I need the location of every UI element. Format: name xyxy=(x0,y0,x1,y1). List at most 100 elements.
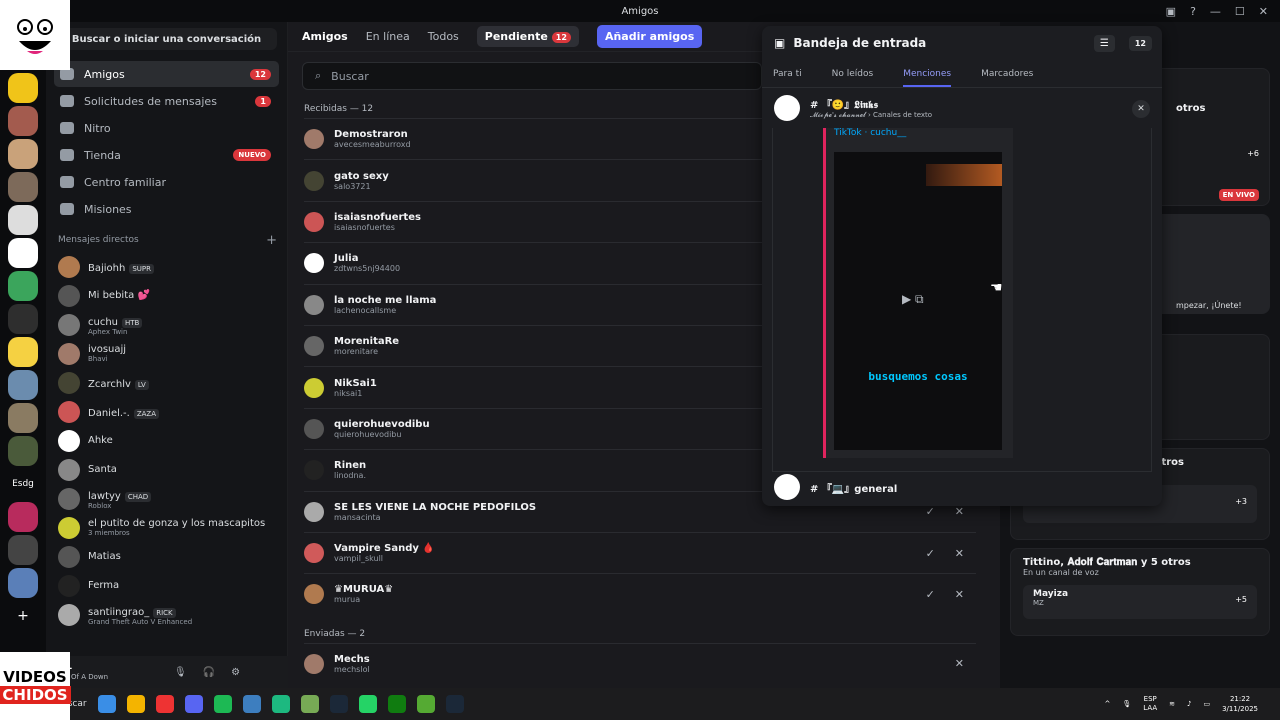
request-text: gato sexy salo3721 xyxy=(334,171,389,191)
nav-friends[interactable]: Amigos 12 xyxy=(54,61,279,87)
add-dm-icon[interactable]: + xyxy=(266,233,277,248)
server-icon[interactable] xyxy=(8,370,38,400)
nav-family-center[interactable]: Centro familiar xyxy=(54,169,279,195)
settings-gear-icon[interactable]: ⚙ xyxy=(231,667,240,678)
discord-icon[interactable] xyxy=(184,695,203,713)
dm-item[interactable]: Daniel.-. ZAZA xyxy=(54,397,279,426)
tab-online[interactable]: En línea xyxy=(366,30,410,43)
language-indicator[interactable]: ESP LAA xyxy=(1143,695,1157,713)
server-icon[interactable] xyxy=(8,535,38,565)
dm-item[interactable]: Ferma xyxy=(54,571,279,600)
headphones-icon[interactable]: 🎧 xyxy=(203,667,215,678)
ignore-icon[interactable]: ✕ xyxy=(955,547,964,560)
accept-icon[interactable]: ✓ xyxy=(926,588,935,601)
dm-item[interactable]: Matias xyxy=(54,542,279,571)
mention-count[interactable]: 12 xyxy=(1128,35,1152,51)
server-icon[interactable] xyxy=(8,106,38,136)
tab-pending[interactable]: Pendiente 12 xyxy=(476,26,579,47)
add-friend-button[interactable]: Añadir amigos xyxy=(596,25,703,48)
tab-all[interactable]: Todos xyxy=(428,30,459,43)
accept-icon[interactable]: ✓ xyxy=(926,547,935,560)
channel-group-header[interactable]: # 『💻』general xyxy=(762,472,1162,502)
avatar xyxy=(58,487,80,510)
server-icon[interactable] xyxy=(8,205,38,235)
server-icon[interactable] xyxy=(8,73,38,103)
nav-nitro[interactable]: Nitro xyxy=(54,115,279,141)
nav-shop[interactable]: Tienda NUEVO xyxy=(54,142,279,168)
dm-item[interactable]: Mi bebita 💕 xyxy=(54,281,279,310)
friend-request-row[interactable]: Mechs mechslol ✕ xyxy=(304,642,976,684)
server-icon[interactable] xyxy=(8,502,38,532)
user-name[interactable]: i1 xyxy=(62,662,158,672)
app-icon[interactable] xyxy=(271,695,290,713)
nav-message-requests[interactable]: Solicitudes de mensajes 1 xyxy=(54,88,279,114)
tab-unread[interactable]: No leídos xyxy=(832,69,874,79)
server-folder-label[interactable]: Esdg xyxy=(8,469,38,499)
play-icon[interactable]: ▶ ⧉ xyxy=(902,292,924,307)
dm-item[interactable]: lawtyy CHAD Roblox xyxy=(54,484,279,513)
task-view-icon[interactable] xyxy=(97,695,116,713)
ignore-icon[interactable]: ✕ xyxy=(955,505,964,518)
server-icon[interactable] xyxy=(8,172,38,202)
dm-item[interactable]: Ahke xyxy=(54,426,279,455)
server-icon[interactable] xyxy=(8,403,38,433)
tray-chevron-icon[interactable]: ^ xyxy=(1105,700,1111,708)
server-icon[interactable] xyxy=(8,139,38,169)
dm-item[interactable]: Bajiohh SUPR xyxy=(54,252,279,281)
friend-request-row[interactable]: Vampire Sandy 🩸 vampil_skull ✓ ✕ xyxy=(304,531,976,573)
minecraft-icon[interactable] xyxy=(416,695,435,713)
app-icon[interactable] xyxy=(300,695,319,713)
opera-icon[interactable] xyxy=(155,695,174,713)
friends-search-input[interactable]: ⌕ Buscar xyxy=(302,62,762,90)
ignore-icon[interactable]: ✕ xyxy=(955,588,964,601)
guild-tag: HTB xyxy=(122,317,143,328)
steam-icon[interactable] xyxy=(445,695,464,713)
steam-icon[interactable] xyxy=(329,695,348,713)
voice-activity-card[interactable]: Tittino, 𝐀𝐝𝐨𝐥𝐟 𝐂𝐚𝐫𝐭𝐦𝐚𝐧 y 5 otros En un c… xyxy=(1010,548,1270,636)
minimize-button[interactable]: — xyxy=(1210,5,1221,18)
file-explorer-icon[interactable] xyxy=(126,695,145,713)
battery-icon[interactable]: ▭ xyxy=(1203,700,1210,708)
friend-request-row[interactable]: ♛MURUA♛ murua ✓ ✕ xyxy=(304,573,976,614)
close-icon[interactable]: ✕ xyxy=(1132,100,1150,118)
close-button[interactable]: ✕ xyxy=(1259,5,1268,18)
ignore-icon[interactable]: ✕ xyxy=(955,657,964,670)
dm-item[interactable]: cuchu HTB Aphex Twin xyxy=(54,310,279,339)
tab-mentions[interactable]: Menciones xyxy=(903,69,952,87)
dm-item[interactable]: santiingrao_ RICK Grand Theft Auto V Enhan… xyxy=(54,600,279,629)
wifi-icon[interactable]: ≋ xyxy=(1169,700,1175,708)
accept-icon[interactable]: ✓ xyxy=(926,505,935,518)
dm-item[interactable]: Santa xyxy=(54,455,279,484)
help-icon[interactable]: ? xyxy=(1190,5,1196,18)
tab-bookmarks[interactable]: Marcadores xyxy=(981,69,1033,79)
add-server-icon[interactable]: + xyxy=(8,601,38,631)
whatsapp-icon[interactable] xyxy=(358,695,377,713)
dm-item[interactable]: el putito de gonza y los mascapitos 3 mie… xyxy=(54,513,279,542)
tray-mic-icon[interactable]: 🎙 xyxy=(1122,700,1131,708)
microphone-icon[interactable]: 🎙 xyxy=(174,667,187,678)
server-icon[interactable] xyxy=(8,436,38,466)
dm-name: Daniel.-. xyxy=(88,407,130,419)
clock[interactable]: 21:22 3/11/2025 xyxy=(1222,694,1258,714)
server-icon[interactable] xyxy=(8,568,38,598)
xbox-icon[interactable] xyxy=(387,695,406,713)
channel-group-header[interactable]: # 『🙂』𝕷𝖎𝖓𝖐𝖘 𝓜𝓲𝓸𝓹𝓮'𝓼 𝓬𝓱𝓪𝓷𝓷𝓮𝓵 › Canales de … xyxy=(762,88,1162,128)
embed-author-link[interactable]: TikTok · cuchu__ xyxy=(826,128,1013,138)
volume-icon[interactable]: ♪ xyxy=(1187,700,1191,708)
request-username: isaiasnofuertes xyxy=(334,222,395,232)
video-player[interactable]: ▶ ⧉ busquemos cosas xyxy=(834,152,1002,450)
tab-for-you[interactable]: Para ti xyxy=(773,69,802,79)
dm-search-button[interactable]: Buscar o iniciar una conversación xyxy=(56,28,277,50)
inbox-icon[interactable]: ▣ xyxy=(1166,5,1176,18)
dm-item[interactable]: ivosuajj Bhavi xyxy=(54,339,279,368)
filter-icon[interactable]: ☰ xyxy=(1093,34,1115,52)
server-icon[interactable] xyxy=(8,238,38,268)
server-icon[interactable] xyxy=(8,271,38,301)
server-icon[interactable] xyxy=(8,304,38,334)
nav-quests[interactable]: Misiones xyxy=(54,196,279,222)
maximize-button[interactable]: ☐ xyxy=(1235,5,1245,18)
server-icon[interactable] xyxy=(8,337,38,367)
spotify-icon[interactable] xyxy=(213,695,232,713)
photos-icon[interactable] xyxy=(242,695,261,713)
dm-item[interactable]: Zcarchlv LV xyxy=(54,368,279,397)
